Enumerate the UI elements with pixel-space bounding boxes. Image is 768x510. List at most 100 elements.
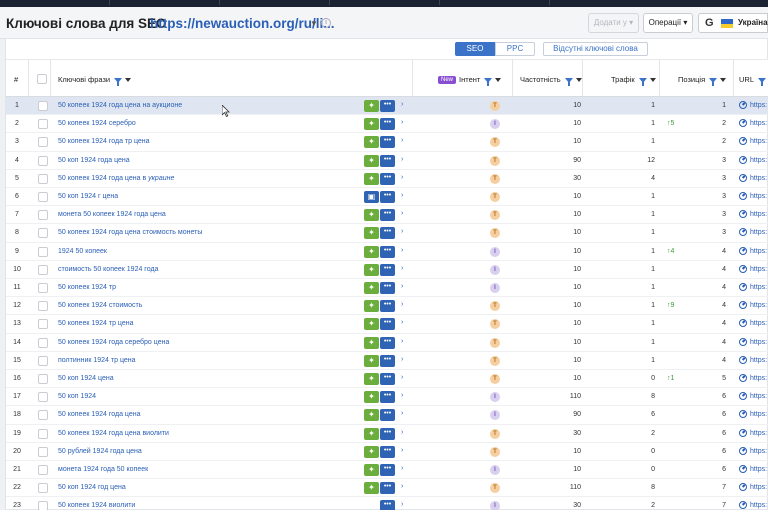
url-link[interactable]: https: [739, 392, 767, 401]
chevron-right-icon[interactable]: › [401, 374, 403, 381]
table-row[interactable]: 14 50 копеек 1924 года серебро цена ✦ ••• › T… [6, 334, 768, 352]
keyword-link[interactable]: полтинник 1924 тр цена [58, 357, 136, 364]
table-row[interactable]: 15 полтинник 1924 тр цена ✦ ••• › T 10 1 4 https: [6, 352, 768, 370]
chevron-right-icon[interactable]: › [401, 247, 403, 254]
keyword-link[interactable]: 1924 50 копеек [58, 248, 107, 255]
url-link[interactable]: https: [739, 119, 767, 128]
sparkle-icon[interactable]: ✦ [364, 445, 379, 458]
add-to-button[interactable]: Додати у ▾ [588, 13, 639, 33]
row-checkbox[interactable] [38, 264, 48, 275]
more-options-icon[interactable]: ••• [380, 500, 395, 510]
sort-icon[interactable] [495, 78, 502, 83]
sparkle-icon[interactable]: ✦ [364, 482, 379, 495]
row-checkbox[interactable] [38, 101, 48, 111]
sparkle-icon[interactable]: ✦ [364, 209, 379, 222]
row-checkbox[interactable] [38, 374, 48, 384]
row-checkbox[interactable] [38, 283, 48, 293]
info-icon[interactable]: i [321, 18, 331, 28]
chevron-right-icon[interactable]: › [401, 101, 403, 108]
keyword-link[interactable]: монета 1924 года 50 копеек [58, 466, 148, 473]
sort-icon[interactable] [649, 78, 656, 83]
row-checkbox[interactable] [38, 337, 48, 348]
chevron-right-icon[interactable]: › [401, 174, 403, 181]
chevron-right-icon[interactable]: › [401, 410, 403, 417]
keyword-link[interactable]: 50 копеек 1924 тр [58, 284, 116, 291]
header-keywords[interactable]: Ключові фрази [58, 75, 132, 86]
more-options-icon[interactable]: ••• [380, 427, 395, 440]
header-position[interactable]: Позиція [678, 75, 727, 86]
url-link[interactable]: https: [739, 228, 767, 237]
sparkle-icon[interactable]: ✦ [364, 245, 379, 258]
sparkle-icon[interactable]: ✦ [364, 136, 379, 149]
url-link[interactable]: https: [739, 483, 767, 492]
table-row[interactable]: 16 50 коп 1924 цена ✦ ••• › T 10 0 ↑1 5 https: [6, 370, 768, 389]
chevron-right-icon[interactable]: › [401, 356, 403, 363]
sparkle-icon[interactable]: ✦ [364, 336, 379, 349]
sparkle-icon[interactable]: ✦ [364, 300, 379, 313]
sparkle-icon[interactable]: ✦ [364, 409, 379, 422]
keyword-link[interactable]: 50 рублей 1924 года цена [58, 448, 142, 455]
table-row[interactable]: 4 50 коп 1924 года цена ✦ ••• › T 90 12 3 https: [6, 152, 768, 170]
chevron-right-icon[interactable]: › [401, 119, 403, 126]
table-row[interactable]: 7 монета 50 копеек 1924 года цена ✦ ••• › T 10… [6, 206, 768, 225]
filter-icon[interactable] [709, 77, 718, 86]
chevron-right-icon[interactable]: › [401, 301, 403, 308]
row-checkbox[interactable] [38, 210, 48, 221]
row-checkbox[interactable] [38, 173, 48, 184]
sparkle-icon[interactable]: ✦ [364, 391, 379, 404]
keyword-link[interactable]: монета 50 копеек 1924 года цена [58, 211, 166, 218]
more-options-icon[interactable]: ••• [380, 409, 395, 422]
row-checkbox[interactable] [38, 155, 48, 166]
sparkle-icon[interactable]: ✦ [364, 464, 379, 476]
keyword-link[interactable]: 50 копеек 1924 года цена [58, 411, 141, 418]
more-options-icon[interactable]: ••• [380, 482, 395, 495]
row-checkbox[interactable] [38, 319, 48, 330]
sparkle-icon[interactable]: ✦ [364, 373, 379, 385]
chevron-right-icon[interactable]: › [401, 283, 403, 290]
row-checkbox[interactable] [38, 392, 48, 403]
keyword-link[interactable]: 50 копеек 1924 тр цена [58, 320, 134, 327]
url-link[interactable]: https: [739, 501, 767, 510]
sparkle-icon[interactable]: ✦ [364, 154, 379, 167]
more-options-icon[interactable]: ••• [380, 336, 395, 349]
more-options-icon[interactable]: ••• [380, 464, 395, 476]
sparkle-icon[interactable]: ✦ [364, 263, 379, 276]
table-row[interactable]: 2 50 копеек 1924 серебро ✦ ••• › I 10 1 ↑5 2 https… [6, 115, 768, 134]
url-link[interactable]: https: [739, 374, 767, 382]
sort-icon[interactable] [575, 78, 582, 83]
chevron-right-icon[interactable]: › [401, 228, 403, 235]
url-link[interactable]: https: [739, 264, 767, 273]
sort-icon[interactable] [125, 78, 132, 83]
row-checkbox[interactable] [38, 446, 48, 457]
table-row[interactable]: 1 50 копеек 1924 года цена на аукционе ✦ ••… [6, 97, 768, 116]
select-all-checkbox[interactable] [37, 74, 47, 84]
more-options-icon[interactable]: ••• [380, 100, 395, 112]
url-link[interactable]: https: [739, 410, 767, 419]
table-row[interactable]: 13 50 копеек 1924 тр цена ✦ ••• › T 10 1 4 https: [6, 315, 768, 334]
keyword-link[interactable]: 50 коп 1924 года цена [58, 157, 130, 164]
keyword-link[interactable]: 50 копеек 1924 года серебро цена [58, 339, 169, 346]
row-checkbox[interactable] [38, 428, 48, 439]
chevron-right-icon[interactable]: › [401, 392, 403, 399]
more-options-icon[interactable]: ••• [380, 172, 395, 185]
sparkle-icon[interactable]: ✦ [364, 318, 379, 331]
keyword-link[interactable]: 50 коп 1924 год цена [58, 484, 126, 491]
url-link[interactable]: https: [739, 192, 767, 200]
row-checkbox[interactable] [38, 355, 48, 366]
filter-icon[interactable] [114, 77, 123, 86]
more-options-icon[interactable]: ••• [380, 391, 395, 404]
keyword-link[interactable]: стоимость 50 копеек 1924 года [58, 266, 158, 273]
chevron-right-icon[interactable]: › [401, 192, 403, 199]
table-row[interactable]: 9 1924 50 копеек ✦ ••• › I 10 1 ↑4 4 https: [6, 243, 768, 261]
chevron-right-icon[interactable]: › [401, 137, 403, 144]
url-link[interactable]: https: [739, 319, 767, 328]
more-options-icon[interactable]: ••• [380, 136, 395, 149]
sparkle-icon[interactable]: ✦ [364, 118, 379, 131]
table-row[interactable]: 17 50 коп 1924 ✦ ••• › I 110 8 6 https: [6, 388, 768, 407]
top-nav-segment[interactable] [110, 0, 220, 5]
header-url[interactable]: URL [739, 75, 767, 86]
table-row[interactable]: 18 50 копеек 1924 года цена ✦ ••• › I 90 6 6 http… [6, 406, 768, 425]
header-frequency[interactable]: Частотність [520, 75, 582, 86]
keyword-link[interactable]: 50 копеек 1924 года цена в украине [58, 175, 174, 182]
row-checkbox[interactable] [38, 501, 48, 510]
